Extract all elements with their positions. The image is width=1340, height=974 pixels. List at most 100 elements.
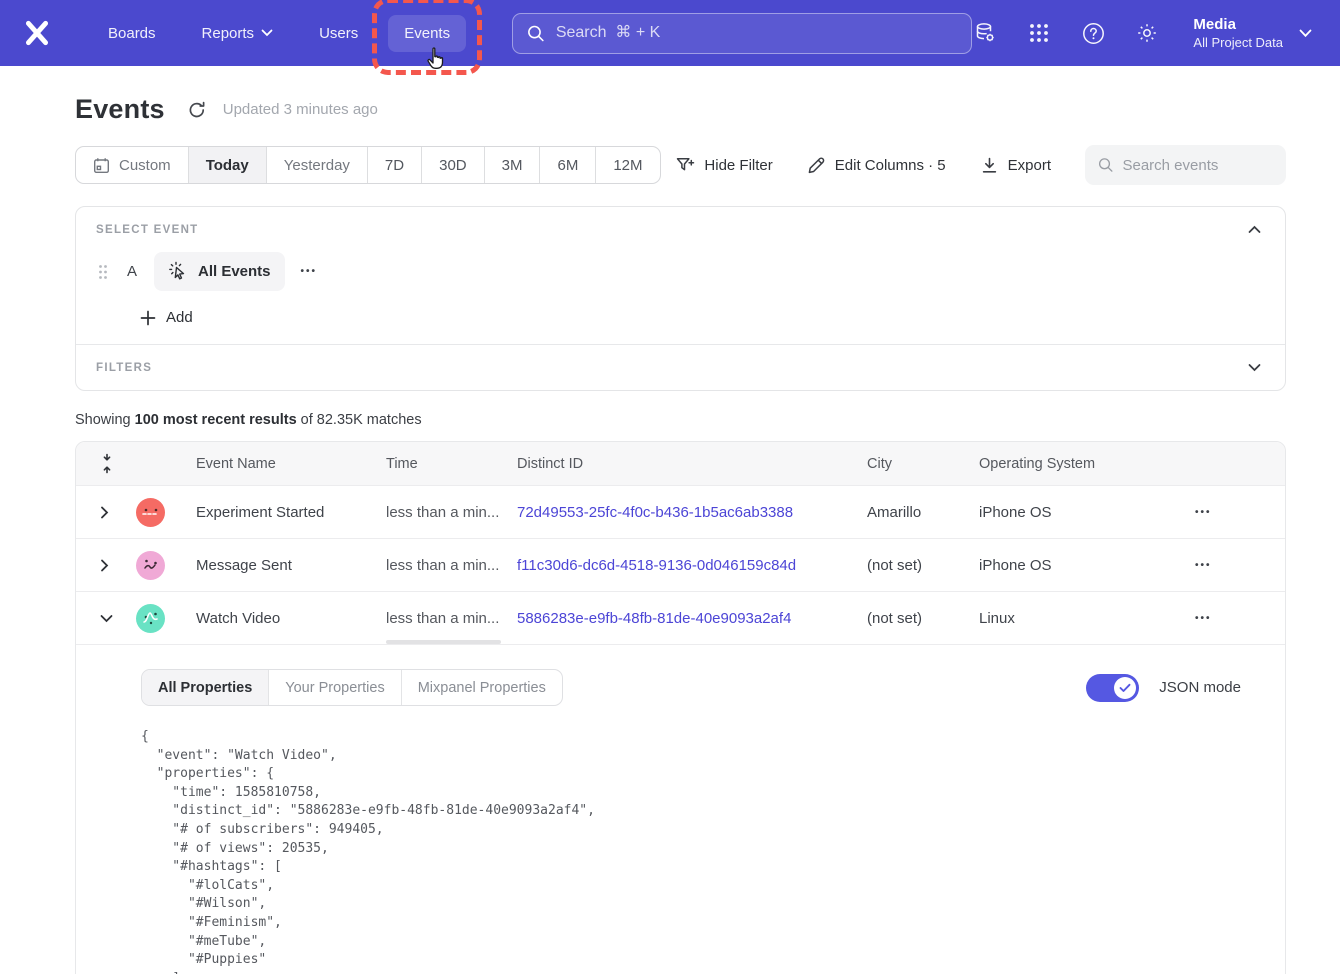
tab-all-properties[interactable]: All Properties [142,670,268,705]
mouse-cursor-icon [425,46,447,76]
cell-event-name: Watch Video [196,610,386,627]
tab-your-properties[interactable]: Your Properties [268,670,400,705]
event-options-menu[interactable]: ••• [299,262,320,281]
settings-gear-icon[interactable] [1135,21,1159,45]
range-12m[interactable]: 12M [595,147,659,183]
json-mode-toggle[interactable] [1086,674,1139,702]
toolbar-right-group: Hide Filter Edit Columns · 5 Export [675,145,1286,185]
event-avatar [136,498,165,527]
event-selector-row: A All Events ••• [96,252,1265,291]
export-label: Export [1008,157,1051,174]
event-json-content: { "event": "Watch Video", "properties": … [141,728,1241,974]
cell-event-name: Experiment Started [196,504,386,521]
range-label: 6M [557,157,578,174]
data-management-icon[interactable] [973,21,997,45]
col-header-distinct-id[interactable]: Distinct ID [517,456,867,472]
tab-mixpanel-properties[interactable]: Mixpanel Properties [401,670,562,705]
range-6m[interactable]: 6M [539,147,595,183]
cell-event-name: Message Sent [196,557,386,574]
cell-time: less than a min... [386,504,517,521]
range-yesterday[interactable]: Yesterday [266,147,367,183]
expand-filters-chevron-down-icon[interactable] [1244,359,1265,376]
results-suffix: of 82.35K matches [297,412,422,428]
nav-item-label: Users [319,25,358,42]
cell-time: less than a min... [386,610,517,627]
range-label: 30D [439,157,467,174]
nav-item-label: Reports [202,25,255,42]
cell-os: iPhone OS [979,504,1193,521]
plus-icon [140,310,156,326]
nav-item-boards[interactable]: Boards [92,15,172,52]
apps-grid-icon[interactable] [1027,21,1051,45]
chevron-down-icon [1299,29,1312,38]
json-mode-label: JSON mode [1159,679,1241,696]
col-header-event-name[interactable]: Event Name [196,456,386,472]
row-options-menu[interactable]: ••• [1193,609,1261,628]
range-label: 12M [613,157,642,174]
refresh-icon[interactable] [187,100,207,120]
row-options-menu[interactable]: ••• [1193,556,1261,575]
table-header-row: Event Name Time Distinct ID City Operati… [76,442,1285,486]
col-header-time[interactable]: Time [386,456,517,472]
col-header-os[interactable]: Operating System [979,456,1193,472]
range-3m[interactable]: 3M [484,147,540,183]
table-row-expanded[interactable]: Watch Video less than a min... 5886283e-… [76,592,1285,645]
edit-columns-button[interactable]: Edit Columns · 5 [807,156,946,175]
nav-right-group: Media All Project Data [973,15,1312,51]
horizontal-scrollbar-thumb[interactable] [386,640,501,644]
search-events-input[interactable] [1122,157,1273,174]
event-avatar [136,551,165,580]
mixpanel-logo-icon[interactable] [20,16,54,50]
calendar-icon [93,157,110,174]
search-events-box[interactable] [1085,145,1286,185]
cell-distinct-id[interactable]: 5886283e-e9fb-48fb-81de-40e9093a2af4 [517,610,867,627]
filters-section[interactable]: FILTERS [76,344,1285,390]
select-event-label: SELECT EVENT [96,224,199,236]
hide-filter-button[interactable]: Hide Filter [675,155,772,175]
download-icon [980,156,999,175]
updated-timestamp: Updated 3 minutes ago [223,101,378,118]
range-today[interactable]: Today [188,147,266,183]
event-detail-panel: All Properties Your Properties Mixpanel … [76,645,1285,974]
results-count: 100 most recent results [135,412,297,428]
drag-handle-icon[interactable] [96,264,110,280]
cell-city: Amarillo [867,504,979,521]
expand-row-chevron-right-icon[interactable] [100,506,136,519]
range-label: Yesterday [284,157,350,174]
event-avatar [136,604,165,633]
row-options-menu[interactable]: ••• [1193,503,1261,522]
collapse-row-chevron-down-icon[interactable] [100,614,136,623]
cell-distinct-id[interactable]: f11c30d6-dc6d-4518-9136-0d046159c84d [517,557,867,574]
range-30d[interactable]: 30D [421,147,484,183]
expand-row-chevron-right-icon[interactable] [100,559,136,572]
add-event-button[interactable]: Add [140,309,1265,326]
project-name: Media [1193,15,1283,34]
properties-tabs: All Properties Your Properties Mixpanel … [141,669,563,706]
global-search-input[interactable] [556,24,957,42]
range-custom[interactable]: Custom [76,147,188,183]
all-events-chip[interactable]: All Events [154,252,285,291]
nav-item-label: Events [404,25,450,42]
nav-item-reports[interactable]: Reports [186,15,290,52]
table-row[interactable]: Experiment Started less than a min... 72… [76,486,1285,539]
range-7d[interactable]: 7D [367,147,421,183]
cell-distinct-id[interactable]: 72d49553-25fc-4f0c-b436-1b5ac6ab3388 [517,504,867,521]
help-icon[interactable] [1081,21,1105,45]
collapse-section-chevron-up-icon[interactable] [1244,221,1265,238]
col-header-city[interactable]: City [867,456,979,472]
export-button[interactable]: Export [980,156,1051,175]
project-selector[interactable]: Media All Project Data [1193,15,1312,51]
pencil-icon [807,156,826,175]
global-search[interactable] [512,13,972,54]
events-table: Event Name Time Distinct ID City Operati… [75,441,1286,974]
step-letter: A [124,263,140,280]
page-header: Events Updated 3 minutes ago [75,94,1286,125]
collapse-all-icon[interactable] [100,453,136,474]
page-title: Events [75,94,165,125]
table-row[interactable]: Message Sent less than a min... f11c30d6… [76,539,1285,592]
range-label: Today [206,157,249,174]
cell-city: (not set) [867,557,979,574]
nav-item-users[interactable]: Users [303,15,374,52]
events-nav-annotation-wrap: Events [388,15,466,52]
add-label: Add [166,309,193,326]
